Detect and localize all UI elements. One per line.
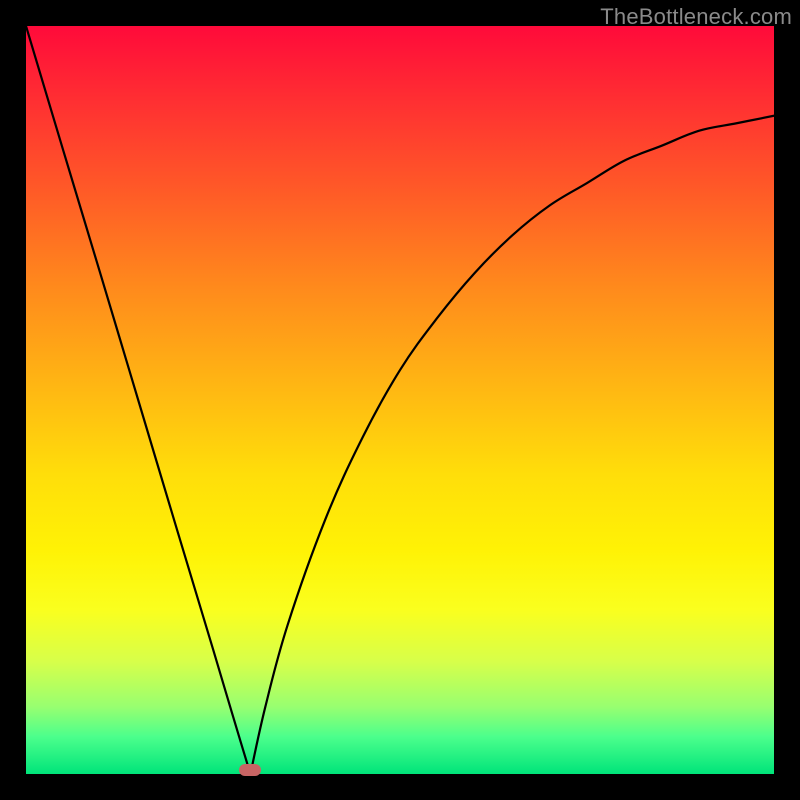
- watermark-text: TheBottleneck.com: [600, 4, 792, 30]
- line-chart: [26, 26, 774, 774]
- minimum-marker: [239, 764, 261, 776]
- chart-frame: TheBottleneck.com: [0, 0, 800, 800]
- series-right-branch: [250, 116, 774, 774]
- series-left-branch: [26, 26, 250, 774]
- plot-area: [26, 26, 774, 774]
